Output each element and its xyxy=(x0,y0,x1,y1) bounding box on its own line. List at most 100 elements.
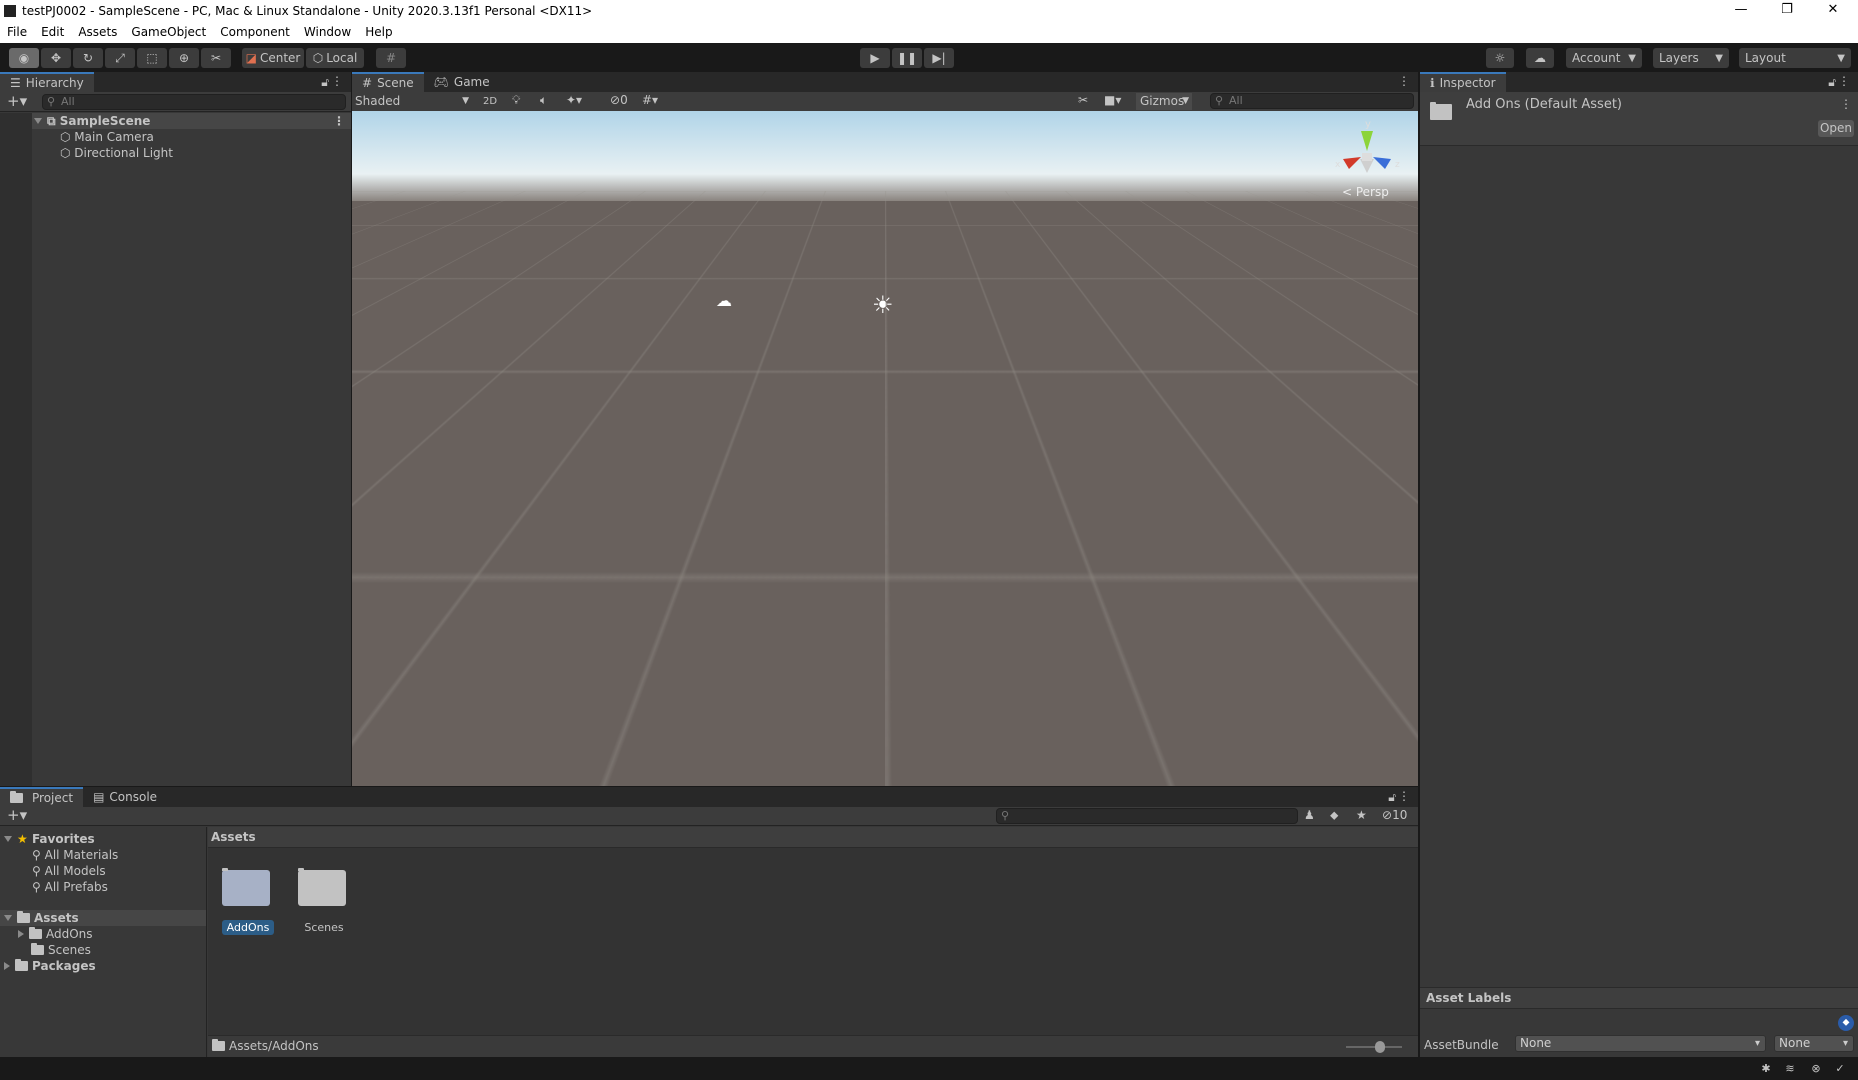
hidden-objects-icon[interactable]: ⊘0 xyxy=(610,93,628,107)
more-icon[interactable]: ⋮ xyxy=(333,113,345,129)
services-button[interactable]: ☼ xyxy=(1486,48,1514,68)
menu-edit[interactable]: Edit xyxy=(34,25,71,39)
play-button[interactable]: ▶ xyxy=(860,48,890,68)
more-icon[interactable]: ⋮ xyxy=(1398,74,1410,88)
collab-button[interactable]: ☁ xyxy=(1526,48,1554,68)
lock-icon[interactable]: 🔓︎ xyxy=(321,75,329,90)
effects-icon[interactable]: ✦▾ xyxy=(566,93,582,107)
tab-inspector[interactable]: ℹ Inspector xyxy=(1420,72,1506,92)
pivot-center-button[interactable]: ◪ Center xyxy=(242,48,304,68)
rect-tool-button[interactable]: ⬚ xyxy=(137,48,167,68)
axis-x-cone[interactable] xyxy=(1343,157,1361,169)
cloud-icon: ☁ xyxy=(1534,51,1546,65)
pivot-local-button[interactable]: ⬡ Local xyxy=(306,48,364,68)
pause-button[interactable]: ❚❚ xyxy=(892,48,922,68)
transform-icon: ⊕ xyxy=(178,51,190,65)
light-gizmo-icon[interactable]: ☀ xyxy=(872,291,894,319)
tree-assets[interactable]: Assets xyxy=(0,910,206,926)
open-button[interactable]: Open xyxy=(1818,120,1854,137)
tab-scene[interactable]: # Scene xyxy=(352,72,424,92)
menu-help[interactable]: Help xyxy=(358,25,399,39)
camera-gizmo-icon[interactable]: ☁ xyxy=(716,291,732,310)
tools-icon[interactable]: ✂ xyxy=(1078,93,1088,107)
axis-y-label: y xyxy=(1365,119,1371,130)
tree-item[interactable]: ⚲ All Materials xyxy=(32,847,118,863)
layout-dropdown[interactable]: Layout ▼ xyxy=(1739,48,1851,68)
move-tool-button[interactable]: ✥ xyxy=(41,48,71,68)
add-button[interactable]: +▾ xyxy=(7,92,27,110)
tab-console[interactable]: ▤ Console xyxy=(83,787,167,807)
grid-item-addons[interactable]: AddOns xyxy=(222,868,274,935)
restore-button[interactable]: ❐ xyxy=(1764,0,1810,21)
lighting-toggle-icon[interactable]: 💡︎ xyxy=(512,93,520,108)
scale-tool-button[interactable]: ⤢ xyxy=(105,48,135,68)
filter-by-label-icon[interactable]: ⬥ xyxy=(1330,808,1338,823)
more-icon[interactable]: ⋮ xyxy=(331,74,343,88)
close-button[interactable]: ✕ xyxy=(1810,0,1856,21)
hierarchy-scene-row[interactable]: ⧉ SampleScene ⋮ xyxy=(32,113,351,129)
scene-viewport[interactable]: ☁ ☀ y x z < Persp xyxy=(352,111,1418,786)
icon-size-slider[interactable] xyxy=(1346,1041,1402,1053)
assetbundle-variant-dropdown[interactable]: None xyxy=(1774,1035,1854,1052)
cache-server-icon[interactable]: ≋ xyxy=(1780,1059,1800,1078)
grid-item-scenes[interactable]: Scenes xyxy=(298,868,350,935)
axis-neg-cone[interactable] xyxy=(1360,159,1374,173)
grid-toggle-icon[interactable]: #▾ xyxy=(642,93,658,107)
menu-assets[interactable]: Assets xyxy=(71,25,124,39)
transform-tool-button[interactable]: ⊕ xyxy=(169,48,199,68)
menu-component[interactable]: Component xyxy=(213,25,297,39)
projection-toggle[interactable]: < Persp xyxy=(1342,185,1389,199)
more-icon[interactable]: ⋮ xyxy=(1838,74,1850,88)
snap-button[interactable]: # xyxy=(376,48,406,68)
rotate-tool-button[interactable]: ↻ xyxy=(73,48,103,68)
debug-icon[interactable]: ✱ xyxy=(1756,1059,1776,1078)
lock-icon[interactable]: 🔓︎ xyxy=(1388,790,1396,805)
hidden-packages-icon[interactable]: ⊘10 xyxy=(1382,808,1407,822)
filter-by-type-icon[interactable]: ♟ xyxy=(1304,808,1315,822)
hash-icon: # xyxy=(362,76,373,90)
custom-tool-button[interactable]: ✂ xyxy=(201,48,231,68)
minimize-button[interactable]: — xyxy=(1718,0,1764,21)
tab-project[interactable]: Project xyxy=(0,787,84,807)
hierarchy-item[interactable]: ⬡ Directional Light xyxy=(60,145,173,161)
more-icon[interactable]: ⋮ xyxy=(1840,97,1852,111)
gizmos-dropdown[interactable]: Gizmos ▼ xyxy=(1136,93,1192,110)
orientation-gizmo[interactable]: y x z xyxy=(1327,117,1407,187)
tab-hierarchy[interactable]: ☰ Hierarchy xyxy=(0,72,94,92)
2d-toggle[interactable]: 2D xyxy=(478,93,502,110)
progress-icon[interactable]: ⊗ xyxy=(1806,1059,1826,1078)
tree-favorites[interactable]: ★ Favorites xyxy=(4,831,95,847)
tab-game[interactable]: 🎮︎ Game xyxy=(424,72,500,92)
label-tag-icon[interactable]: ⬥ xyxy=(1838,1015,1854,1031)
tree-item[interactable]: ⚲ All Models xyxy=(32,863,106,879)
assetbundle-dropdown[interactable]: None xyxy=(1515,1035,1766,1052)
gizmo-center[interactable] xyxy=(1362,153,1372,161)
layers-dropdown[interactable]: Layers ▼ xyxy=(1653,48,1729,68)
menu-file[interactable]: File xyxy=(0,25,34,39)
favorite-star-icon[interactable]: ★ xyxy=(1356,808,1367,822)
camera-icon[interactable]: ■▾ xyxy=(1104,93,1121,107)
check-icon[interactable]: ✓ xyxy=(1830,1059,1850,1078)
slider-thumb[interactable] xyxy=(1374,1041,1385,1053)
create-button[interactable]: +▾ xyxy=(7,806,27,824)
tree-item[interactable]: ⚲ All Prefabs xyxy=(32,879,108,895)
axis-z-cone[interactable] xyxy=(1373,157,1391,169)
account-dropdown[interactable]: Account ▼ xyxy=(1566,48,1642,68)
shading-dropdown[interactable]: Shaded ▼ xyxy=(355,93,473,110)
project-search-input[interactable]: ⚲ xyxy=(996,808,1298,824)
tree-item[interactable]: Scenes xyxy=(31,942,91,958)
project-toolbar: +▾ ⚲ ♟ ⬥ ★ ⊘10 xyxy=(0,806,1418,826)
menu-gameobject[interactable]: GameObject xyxy=(124,25,213,39)
lock-icon[interactable]: 🔓︎ xyxy=(1828,75,1836,90)
more-icon[interactable]: ⋮ xyxy=(1398,789,1410,803)
audio-toggle-icon[interactable]: 🔈︎ xyxy=(540,93,547,108)
axis-y-cone[interactable] xyxy=(1361,131,1373,151)
menu-window[interactable]: Window xyxy=(297,25,358,39)
hierarchy-search-input[interactable]: ⚲ All xyxy=(42,94,346,110)
step-button[interactable]: ▶| xyxy=(924,48,954,68)
scene-search-input[interactable]: ⚲ All xyxy=(1210,93,1414,109)
tree-packages[interactable]: Packages xyxy=(4,958,96,974)
view-tool-button[interactable]: ◉ xyxy=(9,48,39,68)
hierarchy-item[interactable]: ⬡ Main Camera xyxy=(60,129,154,145)
tree-item[interactable]: AddOns xyxy=(18,926,93,942)
